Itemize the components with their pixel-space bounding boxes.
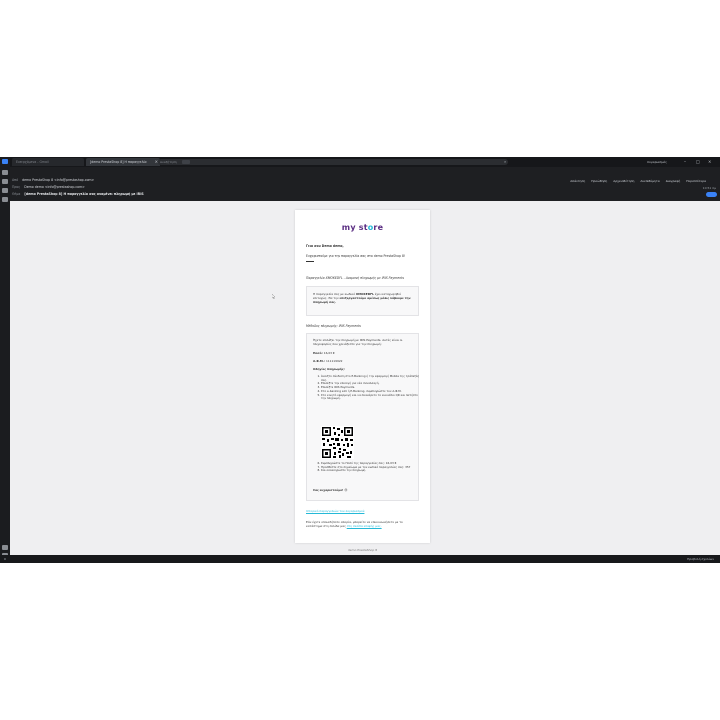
order-status-box: Η παραγγελία σας με κωδικό XMOKEDFL έχει… [306, 286, 419, 316]
reply-button[interactable]: Απάντηση [570, 179, 585, 183]
thanks-text: Ευχαριστούμε για την παραγγελία σας στο … [306, 254, 406, 258]
steps-list: Άνοιξτε σύνδεση στο E-Banking ή την εφαρ… [313, 374, 421, 401]
to-row: Προς Demo demo <info@prestashop.com> [12, 184, 85, 190]
status-left: 0 [4, 557, 6, 561]
subject-label: Θέμα [12, 192, 21, 196]
contacts-icon[interactable] [2, 179, 8, 184]
contact-text: Εάν έχετε οποιαδήποτε απορία, μπορείτε ν… [306, 520, 419, 528]
message-header: Από demo PrestaShop 8 <info@prestashop.co… [10, 167, 720, 201]
archive-button[interactable]: Αρχειοθέτηση [613, 179, 634, 183]
mail-client-window: Εισερχόμενα - Gmail [demo PrestaShop 8] … [0, 157, 720, 563]
forward-button[interactable]: Προώθηση [591, 179, 607, 183]
shortcut-badge [182, 160, 190, 164]
subject-row: Θέμα [demo PrestaShop 8] Η παραγγελία σας… [12, 191, 144, 197]
qr-code [321, 426, 354, 459]
from-row: Από demo PrestaShop 8 <info@prestashop.co… [12, 177, 94, 183]
logo-part-b: re [373, 223, 384, 232]
payment-method-title: Μέθοδος πληρωμής: IRIS Payments [306, 324, 361, 328]
mail-icon[interactable] [2, 159, 8, 164]
order-line: Παραγγελία XMOKEDFL - Αναμονή πληρωμής μ… [306, 276, 404, 280]
email-footer: demo PrestaShop 8 [347, 548, 378, 552]
greeting: Γεια σου Demo demo, [306, 244, 344, 248]
minimize-button[interactable]: – [684, 158, 686, 166]
remote-content-toggle[interactable] [706, 192, 717, 197]
step-item: Και ολοκληρώστε την πληρωμή. [321, 469, 421, 473]
divider [306, 261, 314, 262]
contact-link[interactable]: στη σελίδα επαφής μας. [347, 524, 382, 528]
amount-label: Ποσό: [313, 351, 323, 355]
email-card: my store Γεια σου Demo demo, Ευχαριστούμ… [295, 210, 430, 543]
search-icon[interactable]: ⌕ [504, 159, 506, 165]
junk-button[interactable]: Ανεπιθύμητα [640, 179, 659, 183]
steps-title-text: Οδηγίες πληρωμής: [313, 367, 345, 371]
search-placeholder: Αναζήτηση [160, 160, 177, 164]
afm-label: Α.Φ.Μ.: [313, 359, 326, 363]
maximize-button[interactable]: □ [696, 158, 700, 166]
status-right[interactable]: Προβολή σχολίων [687, 555, 714, 563]
close-window-button[interactable]: × [708, 158, 711, 166]
more-button[interactable]: Περισσότερα [686, 179, 706, 183]
amount-row: Ποσό: 16,03 € [313, 351, 413, 355]
subject-value: [demo PrestaShop 8] Η παραγγελία σας ανα… [24, 192, 144, 196]
mouse-pointer-icon [272, 294, 275, 299]
from-label: Από [12, 178, 19, 182]
payment-intro: Έχετε επιλέξει την πληρωμή με IRIS Payme… [313, 338, 403, 346]
closing-strong: Σας ευχαριστούμε! 😍 [313, 488, 348, 492]
message-date: 10:51 πμ [702, 186, 716, 190]
afm-row: Α.Φ.Μ.: 111119922 [313, 359, 413, 363]
payment-instructions-box: Έχετε επιλέξει την πληρωμή με IRIS Payme… [306, 333, 419, 501]
delete-button[interactable]: Διαγραφή [666, 179, 681, 183]
closing-text: Σας ευχαριστούμε! 😍 [313, 488, 413, 492]
message-toolbar: Απάντηση Προώθηση Αρχειοθέτηση Ανεπιθύμη… [565, 178, 706, 184]
to-value[interactable]: Demo demo <info@prestashop.com> [24, 185, 85, 189]
steps-title: Οδηγίες πληρωμής: [313, 367, 413, 371]
logo-part-a: my st [341, 223, 368, 232]
to-label: Προς [12, 185, 21, 189]
steps-list-after: Συμπληρώστε το Ποσό της παραγγελίας σας:… [313, 461, 421, 473]
calendar-icon[interactable] [2, 170, 8, 175]
status-bar: 0 Προβολή σχολίων [0, 555, 720, 563]
tab-inbox[interactable]: Εισερχόμενα - Gmail [12, 158, 84, 166]
message-body: my store Γεια σου Demo demo, Ευχαριστούμ… [10, 201, 720, 555]
order-history-link[interactable]: Ιστορικό παραγγελιών του λογαριασμού [306, 509, 419, 513]
account-label: Λογαριασμός [647, 160, 667, 164]
tab-message[interactable]: [demo PrestaShop 8] Η παραγγελία × [86, 158, 160, 166]
order-status-text: Η παραγγελία σας με κωδικό XMOKEDFL έχει… [313, 292, 413, 304]
afm-value: 111119922 [325, 359, 343, 363]
tab-inbox-label: Εισερχόμενα - Gmail [16, 160, 49, 164]
settings-icon[interactable] [2, 545, 8, 550]
chat-icon[interactable] [2, 197, 8, 202]
account-menu[interactable]: Λογαριασμός [647, 158, 667, 166]
step-item: Στο κινητό εφαρμογή και να σκανάρετε το … [321, 393, 421, 401]
store-logo: my store [295, 223, 430, 232]
tasks-icon[interactable] [2, 188, 8, 193]
tab-message-label: [demo PrestaShop 8] Η παραγγελία [90, 160, 147, 164]
amount-value: 16,03 € [323, 351, 335, 355]
tab-strip: Εισερχόμενα - Gmail [demo PrestaShop 8] … [10, 157, 720, 167]
search-input[interactable]: Αναζήτηση [158, 159, 508, 165]
from-value[interactable]: demo PrestaShop 8 <info@prestashop.com> [22, 178, 94, 182]
